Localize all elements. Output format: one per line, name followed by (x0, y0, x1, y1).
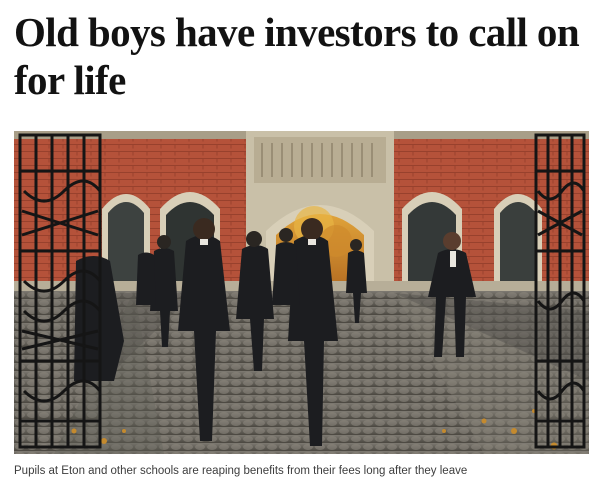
article-headline: Old boys have investors to call on for l… (14, 9, 580, 103)
article-photo (14, 131, 589, 454)
photo-caption: Pupils at Eton and other schools are rea… (14, 465, 468, 477)
